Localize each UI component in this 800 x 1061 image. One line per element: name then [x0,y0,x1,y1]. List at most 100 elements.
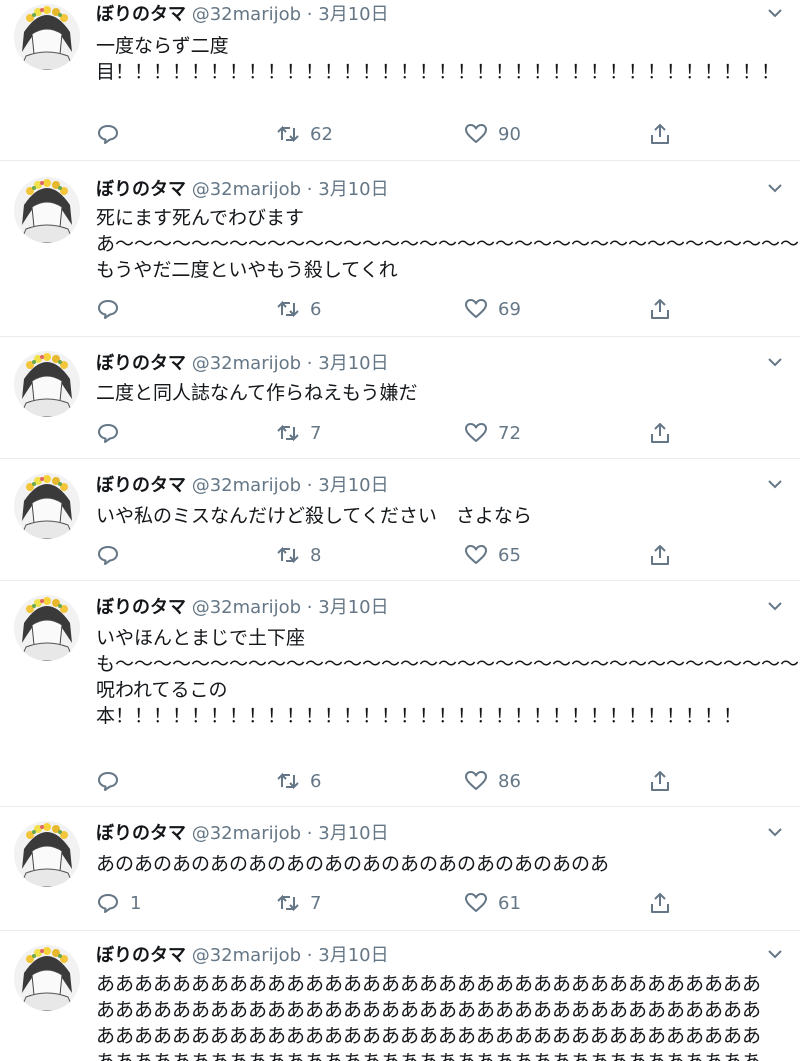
reply-icon [98,424,118,443]
retweet-button[interactable]: 7 [276,419,321,447]
heart-icon [465,545,487,564]
like-count: 86 [498,770,521,792]
retweet-icon [277,546,299,564]
retweet-icon [277,300,299,318]
retweet-button[interactable]: 62 [276,120,333,148]
chevron-down-icon[interactable] [766,6,784,20]
retweet-button[interactable]: 7 [276,889,321,917]
chevron-down-icon[interactable] [766,947,784,961]
user-handle[interactable]: @32marijob [192,823,301,844]
display-name[interactable]: ぼりのタマ [96,4,186,25]
tweet-date[interactable]: 3月10日 [318,945,388,966]
display-name[interactable]: ぼりのタマ [96,475,186,496]
share-button[interactable] [648,889,672,917]
share-button[interactable] [648,295,672,323]
display-name[interactable]: ぼりのタマ [96,179,186,200]
tweet-header: ぼりのタマ @32marijob · 3月10日 [96,471,760,501]
retweet-count: 7 [310,892,322,914]
retweet-count: 7 [310,422,322,444]
tweet-5[interactable]: ぼりのタマ @32marijob · 3月10日 いやほんとまじで土下座も〜〜〜… [0,580,800,807]
reply-button[interactable] [96,767,130,795]
avatar[interactable] [14,177,80,243]
display-name[interactable]: ぼりのタマ [96,823,186,844]
reply-button[interactable] [96,295,130,323]
reply-button[interactable]: 1 [96,889,141,917]
user-handle[interactable]: @32marijob [192,4,301,25]
display-name[interactable]: ぼりのタマ [96,945,186,966]
share-icon [651,423,669,443]
retweet-button[interactable]: 8 [276,541,321,569]
user-handle[interactable]: @32marijob [192,475,301,496]
tweet-header: ぼりのタマ @32marijob · 3月10日 [96,175,760,205]
heart-icon [465,299,487,318]
heart-icon [465,771,487,790]
tweet-7[interactable]: ぼりのタマ @32marijob · 3月10日 あああああああああああああああ… [0,930,800,1061]
chevron-down-icon[interactable] [766,599,784,613]
chevron-down-icon[interactable] [766,477,784,491]
display-name[interactable]: ぼりのタマ [96,353,186,374]
tweet-text: ああああああああああああああああああああああああああああああああああああああああ… [96,973,762,1061]
share-icon [651,545,669,565]
tweet-date[interactable]: 3月10日 [318,597,388,618]
retweet-icon [277,772,299,790]
user-handle[interactable]: @32marijob [192,353,301,374]
tweet-actions: 62 90 [96,120,676,148]
separator-dot: · [306,475,313,496]
tweet-4[interactable]: ぼりのタマ @32marijob · 3月10日 いや私のミスなんだけど殺してく… [0,458,800,581]
avatar[interactable] [14,945,80,1011]
like-button[interactable]: 61 [464,889,521,917]
user-handle[interactable]: @32marijob [192,597,301,618]
retweet-icon [277,424,299,442]
retweet-button[interactable]: 6 [276,767,321,795]
share-button[interactable] [648,541,672,569]
like-count: 69 [498,298,521,320]
reply-button[interactable] [96,541,130,569]
avatar-image [14,177,80,243]
share-icon [651,893,669,913]
avatar[interactable] [14,4,80,70]
display-name[interactable]: ぼりのタマ [96,597,186,618]
tweet-1[interactable]: ぼりのタマ @32marijob · 3月10日 一度ならず二度 目！！！！！！… [0,0,800,160]
avatar-image [14,473,80,539]
tweet-actions: 6 86 [96,767,676,795]
reply-icon [98,300,118,319]
retweet-icon [277,125,299,143]
like-button[interactable]: 69 [464,295,521,323]
like-button[interactable]: 90 [464,120,521,148]
tweet-3[interactable]: ぼりのタマ @32marijob · 3月10日 二度と同人誌なんて作らねえもう… [0,336,800,459]
tweet-date[interactable]: 3月10日 [318,179,388,200]
chevron-down-icon[interactable] [766,181,784,195]
reply-count: 1 [130,892,142,914]
avatar[interactable] [14,821,80,887]
timeline: ぼりのタマ @32marijob · 3月10日 一度ならず二度 目！！！！！！… [0,0,800,1061]
share-button[interactable] [648,419,672,447]
tweet-date[interactable]: 3月10日 [318,4,388,25]
user-handle[interactable]: @32marijob [192,945,301,966]
avatar[interactable] [14,351,80,417]
reply-button[interactable] [96,120,130,148]
avatar[interactable] [14,473,80,539]
separator-dot: · [306,179,313,200]
reply-button[interactable] [96,419,130,447]
chevron-down-icon[interactable] [766,355,784,369]
heart-icon [465,124,487,143]
like-button[interactable]: 72 [464,419,521,447]
like-button[interactable]: 65 [464,541,521,569]
tweet-2[interactable]: ぼりのタマ @32marijob · 3月10日 死にます死んでわびますあ〜〜〜… [0,160,800,337]
reply-icon [98,546,118,565]
retweet-button[interactable]: 6 [276,295,321,323]
separator-dot: · [306,945,313,966]
share-button[interactable] [648,767,672,795]
tweet-date[interactable]: 3月10日 [318,353,388,374]
like-button[interactable]: 86 [464,767,521,795]
user-handle[interactable]: @32marijob [192,179,301,200]
tweet-6[interactable]: ぼりのタマ @32marijob · 3月10日 あのあのあのあのあのあのあのあ… [0,806,800,931]
share-icon [651,124,669,144]
avatar-image [14,4,80,70]
heart-icon [465,423,487,442]
tweet-date[interactable]: 3月10日 [318,823,388,844]
share-button[interactable] [648,120,672,148]
avatar[interactable] [14,595,80,661]
tweet-date[interactable]: 3月10日 [318,475,388,496]
chevron-down-icon[interactable] [766,825,784,839]
